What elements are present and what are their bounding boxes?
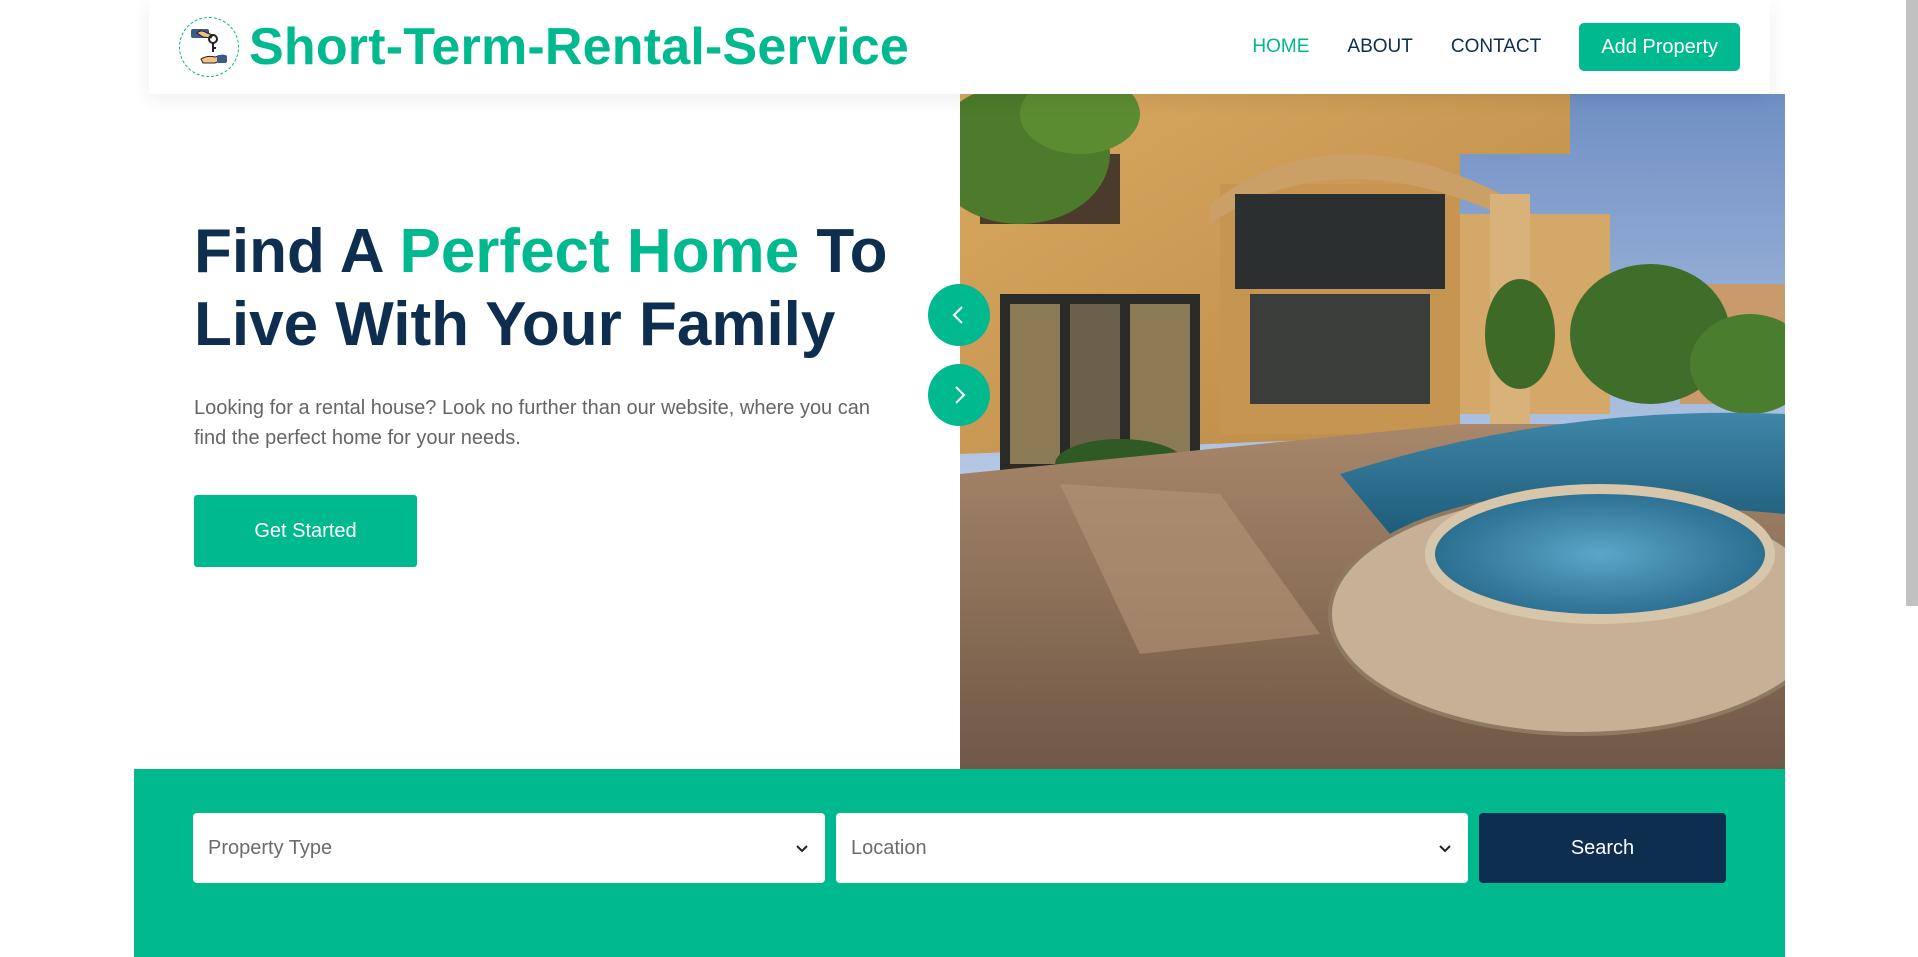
brand-name: Short-Term-Rental-Service <box>249 18 909 76</box>
key-handover-icon <box>179 17 239 77</box>
property-type-placeholder: Property Type <box>208 836 333 859</box>
hero-image <box>960 94 1785 769</box>
search-button[interactable]: Search <box>1479 813 1726 883</box>
hero-title-part1: Find A <box>194 217 400 286</box>
chevron-right-icon <box>955 386 966 404</box>
add-property-button[interactable]: Add Property <box>1579 23 1740 71</box>
carousel-next-button[interactable] <box>928 364 990 426</box>
navbar: Short-Term-Rental-Service HOME ABOUT CON… <box>149 0 1770 94</box>
location-placeholder: Location <box>851 836 927 859</box>
chevron-left-icon <box>952 306 963 324</box>
property-type-select[interactable]: Property Type <box>193 813 825 883</box>
hero-content: Find A Perfect Home To Live With Your Fa… <box>194 215 914 567</box>
carousel-prev-button[interactable] <box>928 284 990 346</box>
hero-title-accent: Perfect Home <box>399 217 800 286</box>
nav-home[interactable]: HOME <box>1252 36 1309 58</box>
brand[interactable]: Short-Term-Rental-Service <box>179 17 909 77</box>
page: Short-Term-Rental-Service HOME ABOUT CON… <box>0 0 1918 957</box>
nav-links: HOME ABOUT CONTACT Add Property <box>1214 23 1740 71</box>
nav-contact[interactable]: CONTACT <box>1451 36 1541 58</box>
scrollbar-thumb[interactable] <box>1906 0 1918 606</box>
hero-description: Looking for a rental house? Look no furt… <box>194 397 870 449</box>
get-started-button[interactable]: Get Started <box>194 495 417 567</box>
chevron-down-icon <box>796 845 808 853</box>
location-select[interactable]: Location <box>836 813 1468 883</box>
nav-about[interactable]: ABOUT <box>1347 36 1412 58</box>
search-bar: Property Type Location Search <box>134 769 1785 957</box>
hero-title: Find A Perfect Home To Live With Your Fa… <box>194 215 914 361</box>
chevron-down-icon <box>1439 845 1451 853</box>
